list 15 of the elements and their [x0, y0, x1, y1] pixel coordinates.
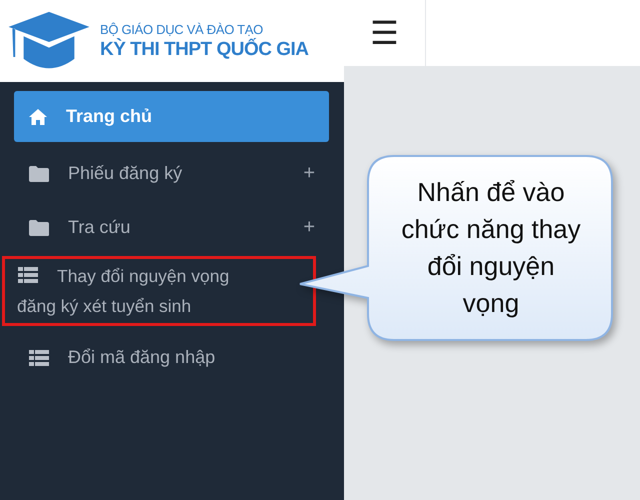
sidebar-item[interactable]: Thay đổi nguyện vọng đăng ký xét tuyển sinh — [5, 259, 267, 323]
home-icon — [28, 108, 48, 126]
sidebar-item[interactable]: Trang chủ — [14, 91, 329, 142]
expand-icon: + — [303, 162, 315, 185]
list-icon — [17, 266, 39, 284]
sidebar-item[interactable]: Tra cứu + — [14, 202, 329, 253]
folder-icon — [28, 218, 50, 236]
exam-title: KỲ THI THPT QUỐC GIA — [100, 38, 308, 60]
sidebar-item[interactable]: Đổi mã đăng nhập — [14, 332, 329, 383]
callout-text: Nhấn để vào chức năng thay đổi nguyện vọng — [400, 176, 582, 320]
expand-icon: + — [303, 216, 315, 239]
sidebar-item[interactable]: Phiếu đăng ký + — [14, 148, 329, 199]
folder-icon — [28, 164, 50, 182]
list-icon — [28, 348, 50, 366]
ministry-name: BỘ GIÁO DỤC VÀ ĐÀO TẠO — [100, 22, 264, 36]
